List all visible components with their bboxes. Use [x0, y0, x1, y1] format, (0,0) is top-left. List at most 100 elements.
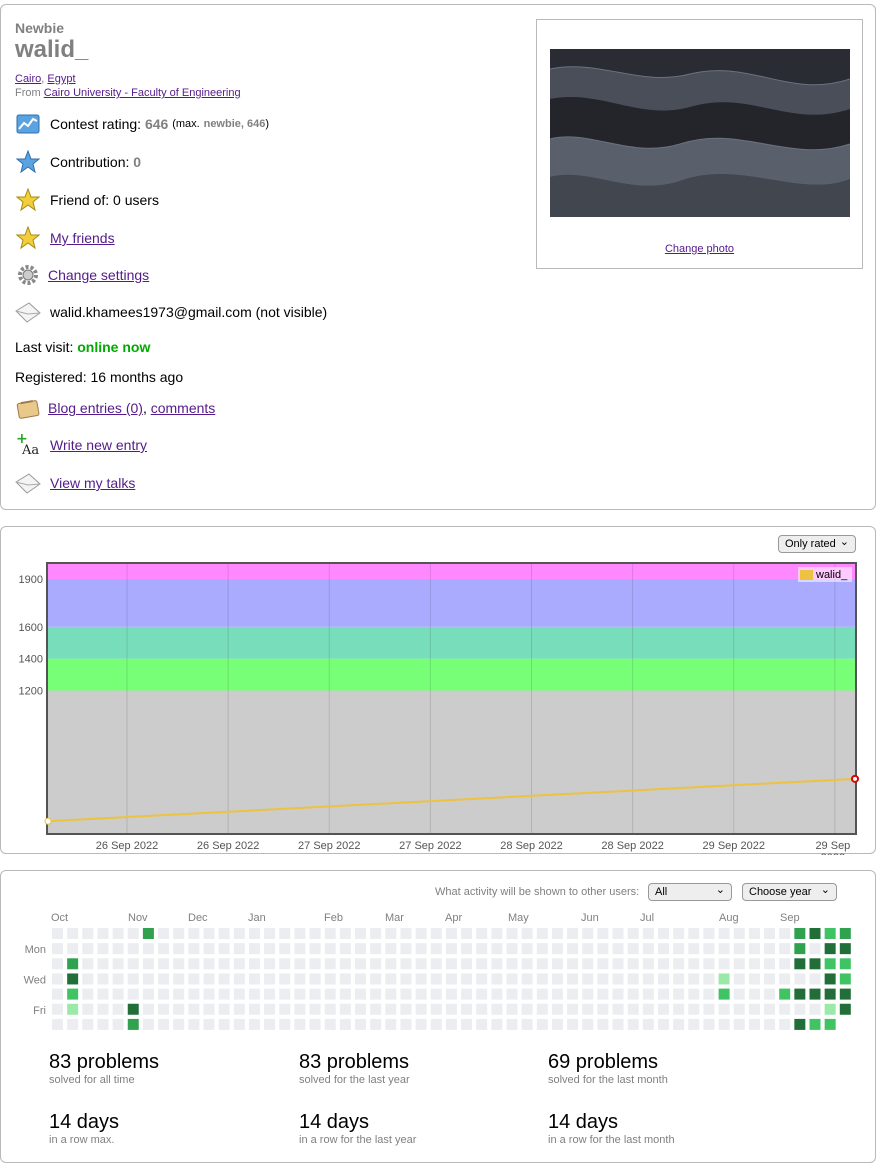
activity-cell [461, 973, 473, 985]
change-photo-link[interactable]: Change photo [537, 243, 862, 255]
activity-cell [127, 1003, 139, 1015]
activity-cell [491, 1003, 503, 1015]
user-rank: Newbie [15, 20, 65, 36]
activity-cell [536, 1018, 548, 1030]
x-tick-label: 26 Sep 2022 [197, 840, 259, 852]
activity-cell [142, 1018, 154, 1030]
activity-cell [233, 1003, 245, 1015]
activity-cell [536, 943, 548, 955]
activity-cell [294, 1018, 306, 1030]
activity-cell [82, 973, 94, 985]
activity-cell [627, 928, 639, 939]
registered: Registered: 16 months ago [15, 369, 184, 385]
activity-cell [733, 988, 745, 1000]
activity-cell [127, 988, 139, 1000]
city-link[interactable]: Cairo [15, 73, 41, 85]
x-tick-label: 29 Sep 2022 [703, 840, 765, 852]
activity-cell [324, 958, 336, 970]
activity-cell [582, 928, 594, 939]
activity-cell [400, 958, 412, 970]
organization-link[interactable]: Cairo University - Faculty of Engineerin… [44, 87, 241, 99]
activity-cell [733, 1018, 745, 1030]
max-open: (max. [172, 118, 200, 130]
gear-icon [15, 262, 41, 288]
activity-cell [370, 958, 382, 970]
activity-cell [551, 943, 563, 955]
activity-cell [309, 1003, 321, 1015]
write-entry-row: + Aa Write new entry [15, 431, 147, 459]
activity-cell [385, 943, 397, 955]
activity-cell [158, 1018, 170, 1030]
activity-cell [203, 1003, 215, 1015]
month-label: Sep [780, 912, 800, 924]
activity-cell [506, 973, 518, 985]
activity-cell [703, 1018, 715, 1030]
activity-cell [112, 1003, 124, 1015]
activity-cell [839, 928, 851, 939]
activity-cell [794, 943, 806, 955]
activity-cell [324, 988, 336, 1000]
activity-cell [476, 988, 488, 1000]
activity-cell [142, 958, 154, 970]
write-entry-link[interactable]: Write new entry [50, 437, 147, 453]
activity-cell [733, 973, 745, 985]
comments-link[interactable]: comments [151, 400, 216, 416]
activity-cell [264, 1003, 276, 1015]
activity-cell [67, 928, 79, 939]
talks-row: View my talks [15, 469, 135, 497]
activity-cell [233, 973, 245, 985]
activity-cell [688, 988, 700, 1000]
activity-cell [233, 943, 245, 955]
activity-cell [703, 943, 715, 955]
contest-rating-row: Contest rating: 646 (max. newbie, 646) [15, 110, 269, 138]
my-friends-link[interactable]: My friends [50, 230, 115, 246]
from-label: From [15, 87, 41, 99]
activity-cell [627, 1018, 639, 1030]
activity-cell [642, 1003, 654, 1015]
change-settings-link[interactable]: Change settings [48, 267, 149, 283]
contribution-row: Contribution: 0 [15, 148, 141, 176]
country-link[interactable]: Egypt [47, 73, 75, 85]
activity-cell [809, 1003, 821, 1015]
activity-cell [673, 943, 685, 955]
activity-cell [233, 1018, 245, 1030]
activity-cell [385, 928, 397, 939]
activity-cell [324, 928, 336, 939]
activity-cell [476, 943, 488, 955]
activity-cell [551, 1018, 563, 1030]
activity-cell [309, 928, 321, 939]
activity-cell [658, 958, 669, 970]
view-talks-link[interactable]: View my talks [50, 475, 135, 491]
activity-cell [279, 928, 291, 939]
activity-cell [445, 1003, 457, 1015]
activity-cell [506, 1003, 518, 1015]
activity-cell [461, 943, 473, 955]
month-label: Dec [188, 912, 208, 924]
activity-cell [158, 928, 170, 939]
activity-cell [97, 1018, 109, 1030]
activity-cell [461, 928, 473, 939]
activity-cell [551, 958, 563, 970]
month-label: Feb [324, 912, 343, 924]
activity-cell [400, 988, 412, 1000]
activity-cell [733, 943, 745, 955]
activity-cell [597, 958, 609, 970]
activity-cell [173, 988, 185, 1000]
activity-cell [430, 973, 442, 985]
activity-cell [809, 958, 821, 970]
activity-cell [218, 928, 230, 939]
stat-value: 14 days [49, 1111, 120, 1133]
blog-entries-link[interactable]: Blog entries (0) [48, 400, 143, 416]
activity-cell [67, 988, 79, 1000]
activity-calendar: Oct Nov Dec Jan Feb Mar Apr May Jun Jul Aug Sep Mon W… [24, 912, 851, 1030]
activity-cell [642, 943, 654, 955]
activity-cell [567, 928, 579, 939]
activity-cell [809, 988, 821, 1000]
activity-cell [491, 1018, 503, 1030]
activity-cell [385, 988, 397, 1000]
activity-cell [82, 943, 94, 955]
activity-cell [264, 1018, 276, 1030]
activity-cell [764, 973, 776, 985]
y-tick-label: 1400 [19, 654, 43, 666]
activity-cell [97, 973, 109, 985]
